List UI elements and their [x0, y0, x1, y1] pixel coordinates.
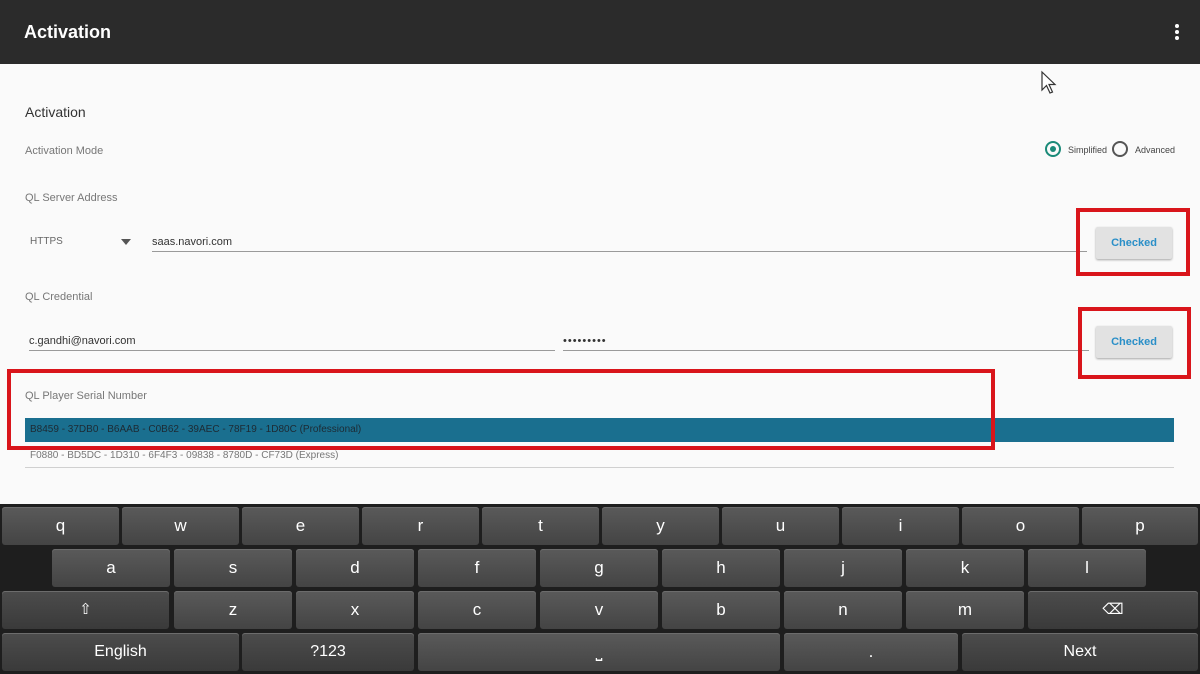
radio-simplified[interactable]	[1045, 141, 1061, 157]
server-address-input[interactable]: saas.navori.com	[152, 235, 1087, 252]
key-d[interactable]: d	[296, 549, 414, 587]
chevron-down-icon[interactable]	[121, 239, 131, 245]
key-l[interactable]: l	[1028, 549, 1146, 587]
key-x[interactable]: x	[296, 591, 414, 629]
key-q[interactable]: q	[2, 507, 119, 545]
key-f[interactable]: f	[418, 549, 536, 587]
protocol-select[interactable]: HTTPS	[30, 236, 63, 247]
credential-label: QL Credential	[25, 291, 93, 303]
more-options-icon[interactable]	[1174, 24, 1180, 42]
radio-advanced[interactable]	[1112, 141, 1128, 157]
key-r[interactable]: r	[362, 507, 479, 545]
key-p[interactable]: p	[1082, 507, 1198, 545]
password-field[interactable]: •••••••••	[563, 334, 1089, 351]
highlight-box-serial	[7, 369, 995, 450]
key-v[interactable]: v	[540, 591, 658, 629]
key-j[interactable]: j	[784, 549, 902, 587]
key-e[interactable]: e	[242, 507, 359, 545]
key-w[interactable]: w	[122, 507, 239, 545]
key-i[interactable]: i	[842, 507, 959, 545]
space-key[interactable]: ⎵	[418, 633, 780, 671]
divider	[25, 467, 1174, 468]
key-g[interactable]: g	[540, 549, 658, 587]
key-n[interactable]: n	[784, 591, 902, 629]
key-m[interactable]: m	[906, 591, 1024, 629]
app-title: Activation	[24, 22, 112, 42]
shift-icon[interactable]: ⇧	[2, 591, 169, 629]
key-h[interactable]: h	[662, 549, 780, 587]
language-key[interactable]: English	[2, 633, 239, 671]
key-s[interactable]: s	[174, 549, 292, 587]
key-c[interactable]: c	[418, 591, 536, 629]
activation-mode-label: Activation Mode	[25, 145, 104, 157]
email-field[interactable]: c.gandhi@navori.com	[29, 334, 555, 351]
server-address-label: QL Server Address	[25, 192, 118, 204]
key-t[interactable]: t	[482, 507, 599, 545]
radio-simplified-label[interactable]: Simplified	[1068, 145, 1107, 155]
key-y[interactable]: y	[602, 507, 719, 545]
serial-item[interactable]: F0880 - BD5DC - 1D310 - 6F4F3 - 09838 - …	[30, 450, 338, 461]
next-key[interactable]: Next	[962, 633, 1198, 671]
app-bar: Activation	[0, 0, 1200, 64]
period-key[interactable]: .	[784, 633, 958, 671]
key-b[interactable]: b	[662, 591, 780, 629]
section-title: Activation	[25, 104, 86, 120]
key-k[interactable]: k	[906, 549, 1024, 587]
key-a[interactable]: a	[52, 549, 170, 587]
highlight-box-credential	[1078, 307, 1191, 379]
delete-icon[interactable]: ⌫	[1028, 591, 1198, 629]
symbols-key[interactable]: ?123	[242, 633, 414, 671]
soft-keyboard: q w e r t y u i o p a s d f g h j k l ⇧ …	[0, 504, 1200, 674]
key-u[interactable]: u	[722, 507, 839, 545]
key-z[interactable]: z	[174, 591, 292, 629]
highlight-box-server	[1076, 208, 1190, 276]
mouse-pointer-icon	[1041, 70, 1057, 94]
key-o[interactable]: o	[962, 507, 1079, 545]
radio-advanced-label[interactable]: Advanced	[1135, 145, 1175, 155]
